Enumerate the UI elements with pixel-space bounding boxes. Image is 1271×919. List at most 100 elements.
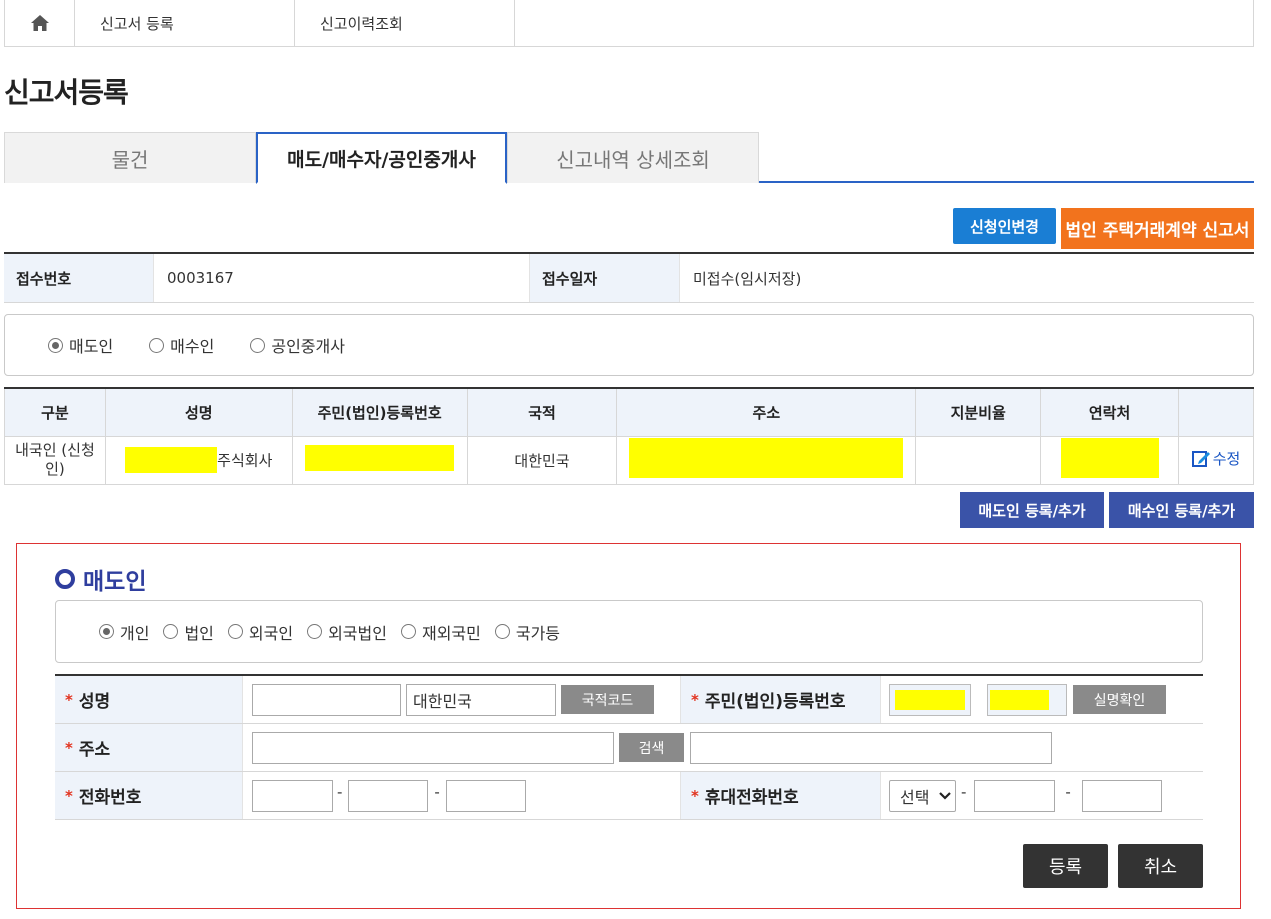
select-value: 선택 <box>900 787 930 807</box>
corporate-report-button[interactable]: 법인 주택거래계약 신고서 <box>1061 208 1254 249</box>
radio-dot <box>307 624 323 639</box>
radio-individual[interactable]: 개인 <box>99 620 149 644</box>
col-contact: 연락처 <box>1040 388 1180 437</box>
address-input[interactable] <box>252 731 614 764</box>
col-address: 주소 <box>616 388 917 437</box>
radio-seller[interactable]: 매도인 <box>48 333 113 357</box>
receipt-no-label: 접수번호 <box>4 254 153 302</box>
cell-type: 내국인 (신청인) <box>4 435 106 485</box>
cell-nationality: 대한민국 <box>466 435 618 485</box>
col-type: 구분 <box>4 388 106 437</box>
col-regno: 주민(법인)등록번호 <box>291 388 468 437</box>
receipt-date-value: 미접수(임시저장) <box>679 254 1254 302</box>
name-cell: 국적코드 <box>242 676 680 723</box>
form-row-phone: * 전화번호 - - * 휴대전화번호 선택 - - <box>55 772 1203 820</box>
address-search-button[interactable]: 검색 <box>619 733 684 762</box>
dash: - <box>434 782 440 801</box>
radio-overseas-korean[interactable]: 재외국민 <box>400 620 481 644</box>
redacted-regno-front <box>895 689 965 710</box>
edit-link[interactable]: 수정 <box>1191 448 1240 469</box>
required-mark: * <box>65 690 73 709</box>
mobile-part2-input[interactable] <box>974 779 1056 812</box>
address-detail-input[interactable] <box>690 731 1052 764</box>
form-row-name: * 성명 국적코드 * 주민(법인)등록번호 실명확인 <box>55 676 1203 724</box>
radio-foreign-corp[interactable]: 외국법인 <box>307 620 387 644</box>
dash: - <box>961 782 967 801</box>
radio-dot <box>163 624 179 639</box>
name-input[interactable] <box>252 683 401 716</box>
col-share: 지분비율 <box>915 388 1042 437</box>
radio-label: 국가등 <box>515 623 561 643</box>
mobile-part3-input[interactable] <box>1081 779 1162 812</box>
persons-table: 구분 성명 주민(법인)등록번호 국적 주소 지분비율 연락처 내국인 (신청인… <box>4 387 1254 485</box>
radio-dot <box>250 337 266 353</box>
redacted-regno-back <box>990 689 1049 710</box>
receipt-no-value: 0003167 <box>153 254 529 302</box>
dash: - <box>337 782 343 801</box>
receipt-info: 접수번호 0003167 접수일자 미접수(임시저장) <box>4 252 1254 303</box>
phone-cell: - - <box>242 772 680 819</box>
radio-label: 외국법인 <box>328 623 387 643</box>
redacted-contact <box>1060 438 1159 478</box>
home-icon <box>30 15 49 31</box>
seller-form-title: 매도인 <box>55 562 146 596</box>
nation-code-button[interactable]: 국적코드 <box>561 685 654 714</box>
radio-dot <box>400 624 416 639</box>
radio-label: 매수인 <box>170 337 215 356</box>
radio-label: 공인중개사 <box>271 337 345 356</box>
tab-report-detail[interactable]: 신고내역 상세조회 <box>507 132 759 183</box>
radio-corporation[interactable]: 법인 <box>163 620 214 644</box>
chevron-down-icon <box>939 791 951 800</box>
party-radio-group: 매도인 매수인 공인중개사 <box>4 314 1254 376</box>
required-mark: * <box>65 786 73 805</box>
required-mark: * <box>691 786 699 805</box>
page-title: 신고서등록 <box>4 76 129 109</box>
mobile-prefix-select[interactable]: 선택 <box>889 779 956 812</box>
col-nationality: 국적 <box>466 388 618 437</box>
edit-icon <box>1191 451 1210 467</box>
radio-foreigner[interactable]: 외국인 <box>227 620 294 644</box>
tab-parties[interactable]: 매도/매수자/공인중개사 <box>256 132 507 184</box>
register-button[interactable]: 등록 <box>1023 844 1108 888</box>
cell-share <box>915 435 1042 485</box>
home-button[interactable] <box>5 0 75 46</box>
radio-dot <box>48 337 63 353</box>
cancel-button[interactable]: 취소 <box>1118 844 1203 888</box>
top-navigation: 신고서 등록 신고이력조회 <box>4 0 1254 47</box>
table-row: 내국인 (신청인) 주식회사 대한민국 수정 <box>4 435 1254 485</box>
redacted-name <box>125 447 218 473</box>
regno-front-input[interactable] <box>889 683 971 716</box>
radio-broker[interactable]: 공인중개사 <box>250 333 345 357</box>
radio-dot <box>149 337 165 353</box>
address-label: * 주소 <box>55 724 242 771</box>
radio-label: 외국인 <box>248 623 294 643</box>
seller-form-title-text: 매도인 <box>83 569 147 595</box>
regno-label: * 주민(법인)등록번호 <box>680 676 880 723</box>
verify-name-button[interactable]: 실명확인 <box>1073 685 1166 714</box>
radio-state[interactable]: 국가등 <box>494 620 561 644</box>
phone-label: * 전화번호 <box>55 772 242 819</box>
add-seller-button[interactable]: 매도인 등록/추가 <box>960 492 1104 528</box>
radio-dot <box>99 624 114 639</box>
radio-buyer[interactable]: 매수인 <box>149 333 214 357</box>
nav-report-history[interactable]: 신고이력조회 <box>295 0 515 46</box>
mobile-label: * 휴대전화번호 <box>680 772 880 819</box>
phone-part1-input[interactable] <box>252 779 333 812</box>
phone-part3-input[interactable] <box>445 779 526 812</box>
phone-part2-input[interactable] <box>348 779 429 812</box>
cell-address <box>616 435 917 485</box>
radio-label: 개인 <box>120 623 150 643</box>
cell-name: 주식회사 <box>104 435 293 485</box>
required-mark: * <box>65 738 73 757</box>
add-buyer-button[interactable]: 매수인 등록/추가 <box>1109 492 1254 528</box>
regno-back-input[interactable] <box>987 683 1067 716</box>
change-applicant-button[interactable]: 신청인변경 <box>953 208 1056 244</box>
nav-report-register[interactable]: 신고서 등록 <box>75 0 295 46</box>
tab-property[interactable]: 물건 <box>4 132 256 183</box>
mobile-cell: 선택 - - <box>880 772 1203 819</box>
radio-dot <box>227 624 243 639</box>
cell-regno <box>291 435 468 485</box>
regno-cell: 실명확인 <box>880 676 1203 723</box>
nationality-input[interactable] <box>406 683 556 716</box>
phone-label-text: 전화번호 <box>78 788 142 808</box>
